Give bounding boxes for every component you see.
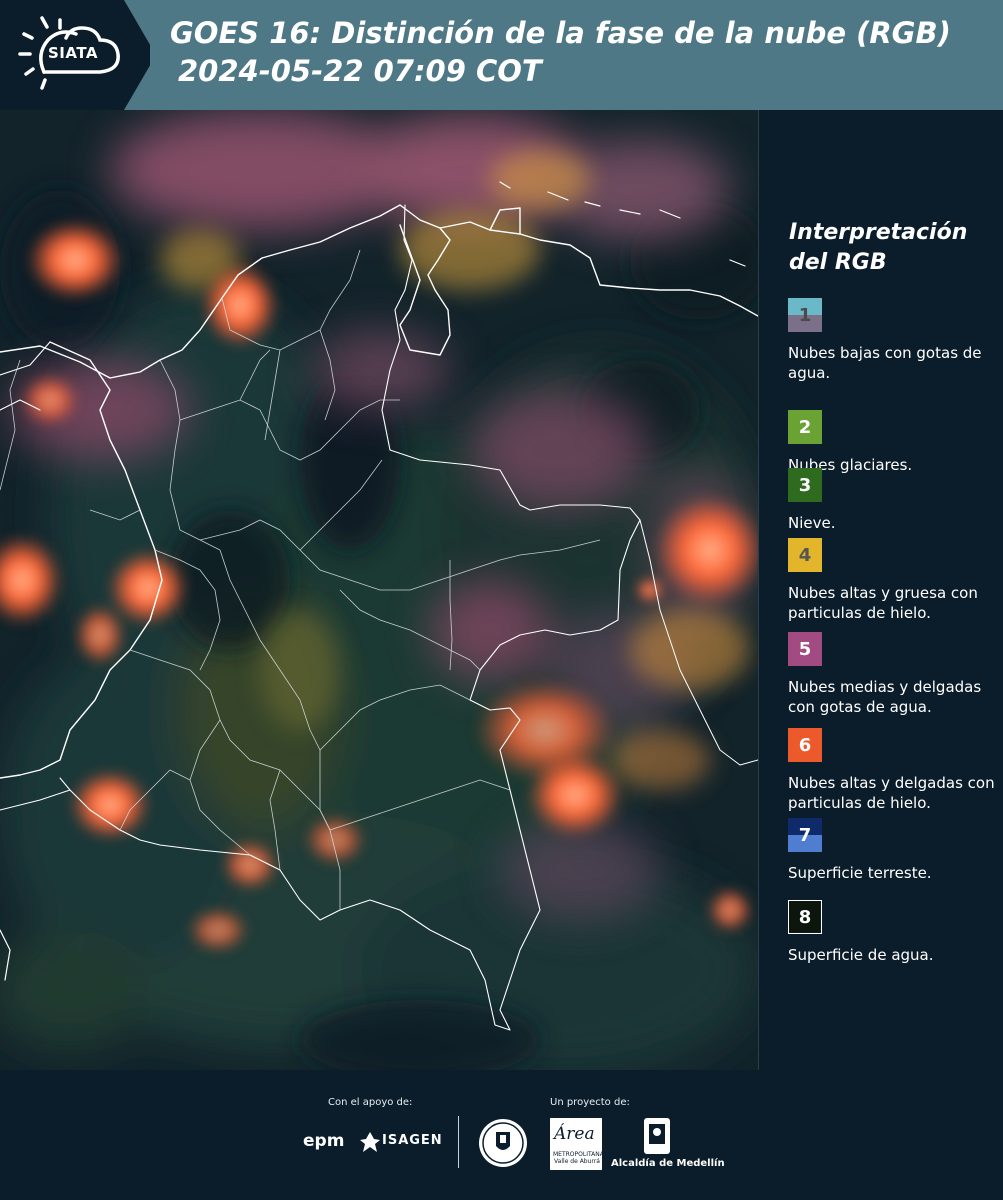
legend-swatch-6: 6	[788, 728, 822, 762]
legend-label: Nubes altas y gruesa con particulas de h…	[788, 584, 978, 622]
legend-panel: Interpretación del RGB 1 Nubes bajas con …	[770, 110, 1003, 1070]
legend-item-6: 6 Nubes altas y delgadas con particulas d…	[788, 728, 998, 813]
isagen-icon	[360, 1132, 380, 1152]
logo-text: SIATA	[48, 44, 99, 62]
alcaldia-text: Alcaldía de Medellín	[611, 1158, 725, 1169]
page-title: GOES 16: Distinción de la fase de la nub…	[170, 16, 951, 50]
header: SIATA GOES 16: Distinción de la fase de …	[0, 0, 1003, 110]
legend-number: 7	[798, 824, 812, 846]
area-logo-text: Área	[554, 1124, 595, 1144]
legend-label: Superficie de agua.	[788, 946, 934, 964]
isagen-text: ISAGEN	[382, 1133, 443, 1148]
footer: Con el apoyo de: Un proyecto de: epm ISA…	[0, 1070, 1003, 1200]
legend-label: Nubes bajas con gotas de agua.	[788, 344, 982, 382]
legend-number: 6	[798, 734, 812, 756]
legend-number: 1	[798, 304, 812, 326]
satellite-map[interactable]	[0, 110, 759, 1070]
legend-number: 8	[798, 906, 812, 928]
page-timestamp: 2024-05-22 07:09 COT	[178, 54, 542, 88]
legend-item-1: 1 Nubes bajas con gotas de agua.	[788, 298, 998, 383]
epm-logo[interactable]: epm	[303, 1131, 344, 1151]
legend-number: 2	[798, 416, 812, 438]
isagen-logo[interactable]: ISAGEN	[360, 1132, 442, 1157]
legend-item-7: 7 Superficie terreste.	[788, 818, 998, 883]
support-caption: Con el apoyo de:	[328, 1097, 413, 1108]
legend-label: Nubes medias y delgadas con gotas de agu…	[788, 678, 982, 716]
footer-divider	[458, 1116, 459, 1168]
legend-item-5: 5 Nubes medias y delgadas con gotas de ag…	[788, 632, 998, 717]
legend-item-8: 8 Superficie de agua.	[788, 900, 998, 965]
legend-label: Nieve.	[788, 514, 836, 532]
legend-swatch-8: 8	[788, 900, 822, 934]
area-metropolitana-logo[interactable]: Área METROPOLITANA Valle de Aburrá	[550, 1118, 604, 1170]
legend-title: Interpretación del RGB	[789, 220, 968, 275]
seal-icon[interactable]	[478, 1118, 528, 1168]
legend-number: 4	[798, 544, 812, 566]
legend-item-2: 2 Nubes glaciares.	[788, 410, 998, 475]
legend-item-4: 4 Nubes altas y gruesa con particulas de …	[788, 538, 998, 623]
legend-swatch-7: 7	[788, 818, 822, 852]
project-caption: Un proyecto de:	[550, 1097, 630, 1108]
alcaldia-emblem-icon[interactable]	[642, 1118, 672, 1156]
legend-item-3: 3 Nieve.	[788, 468, 998, 533]
legend-swatch-3: 3	[788, 468, 822, 502]
legend-swatch-2: 2	[788, 410, 822, 444]
legend-number: 3	[798, 474, 812, 496]
legend-swatch-5: 5	[788, 632, 822, 666]
legend-label: Superficie terreste.	[788, 864, 932, 882]
legend-swatch-4: 4	[788, 538, 822, 572]
legend-swatch-1: 1	[788, 298, 822, 332]
legend-label: Nubes altas y delgadas con particulas de…	[788, 774, 995, 812]
siata-logo[interactable]: SIATA	[0, 0, 150, 110]
legend-number: 5	[798, 638, 812, 660]
satellite-image	[0, 110, 758, 1070]
area-logo-subtext: METROPOLITANA Valle de Aburrá	[553, 1151, 604, 1165]
